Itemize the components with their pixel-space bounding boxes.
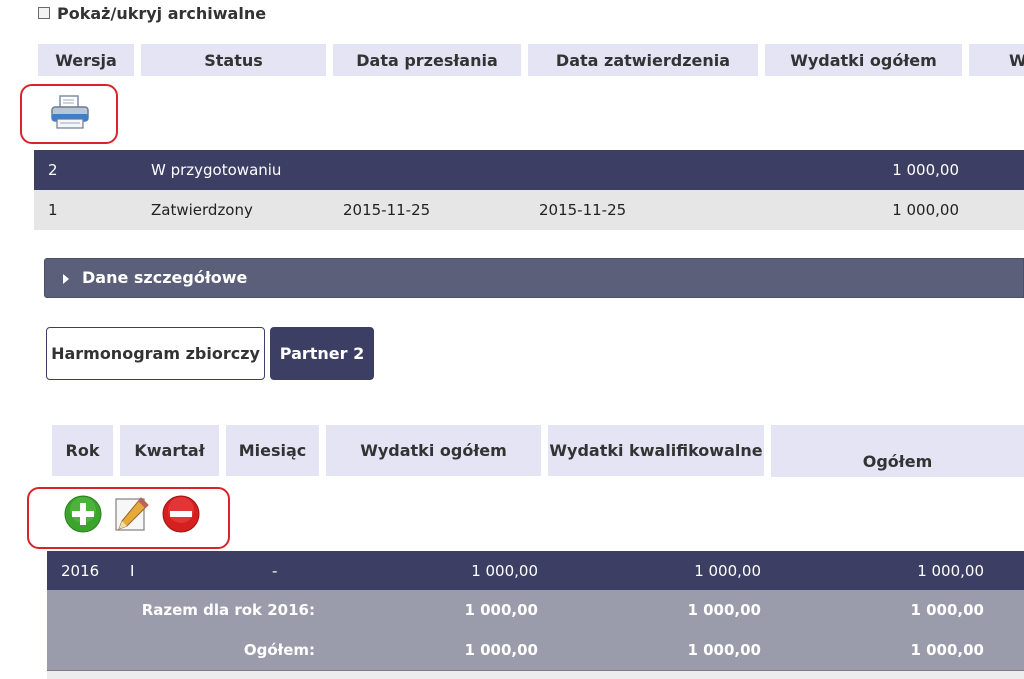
summary-label: Razem dla rok 2016:: [141, 601, 315, 619]
summary-total: 1 000,00: [464, 641, 538, 659]
version-approval-date: 2015-11-25: [539, 201, 627, 219]
version-total: 1 000,00: [892, 161, 959, 179]
row-quarter: I: [130, 562, 135, 580]
version-status: Zatwierdzony: [151, 201, 253, 219]
col-header-overall: Ogółem: [771, 425, 1024, 477]
tab-summary-schedule[interactable]: Harmonogram zbiorczy: [46, 327, 265, 380]
summary-row-total: Ogółem: 1 000,00 1 000,00 1 000,00: [47, 630, 1024, 671]
version-row[interactable]: 1 Zatwierdzony 2015-11-25 2015-11-25 1 0…: [34, 190, 1024, 230]
row-year: 2016: [61, 562, 100, 580]
version-total: 1 000,00: [892, 201, 959, 219]
col-header-total-expenses: Wydatki ogółem: [765, 44, 962, 76]
col-header-total-expenses: Wydatki ogółem: [326, 425, 541, 476]
col-header-eligible-expenses: Wydatki kwalifikowalne: [548, 425, 764, 476]
row-eligible: 1 000,00: [694, 562, 761, 580]
col-header-quarter: Kwartał: [120, 425, 219, 476]
summary-row-year: Razem dla rok 2016: 1 000,00 1 000,00 1 …: [47, 590, 1024, 630]
remove-icon[interactable]: [162, 495, 200, 533]
row-month: -: [272, 562, 278, 580]
archive-checkbox[interactable]: [38, 7, 50, 19]
col-header-status: Status: [141, 44, 326, 76]
version-number: 1: [48, 201, 58, 219]
edit-icon[interactable]: [113, 495, 151, 533]
col-header-month: Miesiąc: [226, 425, 319, 476]
tab-partner-2[interactable]: Partner 2: [270, 327, 374, 380]
table-bottom-edge: [47, 671, 1024, 679]
archive-label: Pokaż/ukryj archiwalne: [57, 3, 267, 23]
summary-eligible: 1 000,00: [687, 641, 761, 659]
row-total: 1 000,00: [471, 562, 538, 580]
col-header-year: Rok: [52, 425, 113, 476]
schedule-row[interactable]: 2016 I - 1 000,00 1 000,00 1 000,00: [47, 551, 1024, 591]
summary-overall: 1 000,00: [910, 641, 984, 659]
summary-eligible: 1 000,00: [687, 601, 761, 619]
col-header-sent-date: Data przesłania: [333, 44, 521, 76]
expand-arrow-icon: [63, 274, 69, 284]
col-header-approval-date: Data zatwierdzenia: [528, 44, 758, 76]
details-label: Dane szczegółowe: [82, 268, 248, 287]
version-status: W przygotowaniu: [151, 161, 282, 179]
version-sent-date: 2015-11-25: [343, 201, 431, 219]
col-header-version: Wersja: [38, 44, 134, 76]
printer-icon[interactable]: [50, 92, 90, 132]
col-header-truncated: W: [969, 44, 1024, 76]
summary-overall: 1 000,00: [910, 601, 984, 619]
summary-label: Ogółem:: [243, 641, 315, 659]
version-number: 2: [48, 161, 58, 179]
details-toggle[interactable]: Dane szczegółowe: [44, 258, 1024, 298]
summary-total: 1 000,00: [464, 601, 538, 619]
version-row[interactable]: 2 W przygotowaniu 1 000,00: [34, 150, 1024, 190]
row-overall: 1 000,00: [917, 562, 984, 580]
add-icon[interactable]: [64, 495, 102, 533]
archive-toggle[interactable]: Pokaż/ukryj archiwalne: [38, 2, 266, 24]
